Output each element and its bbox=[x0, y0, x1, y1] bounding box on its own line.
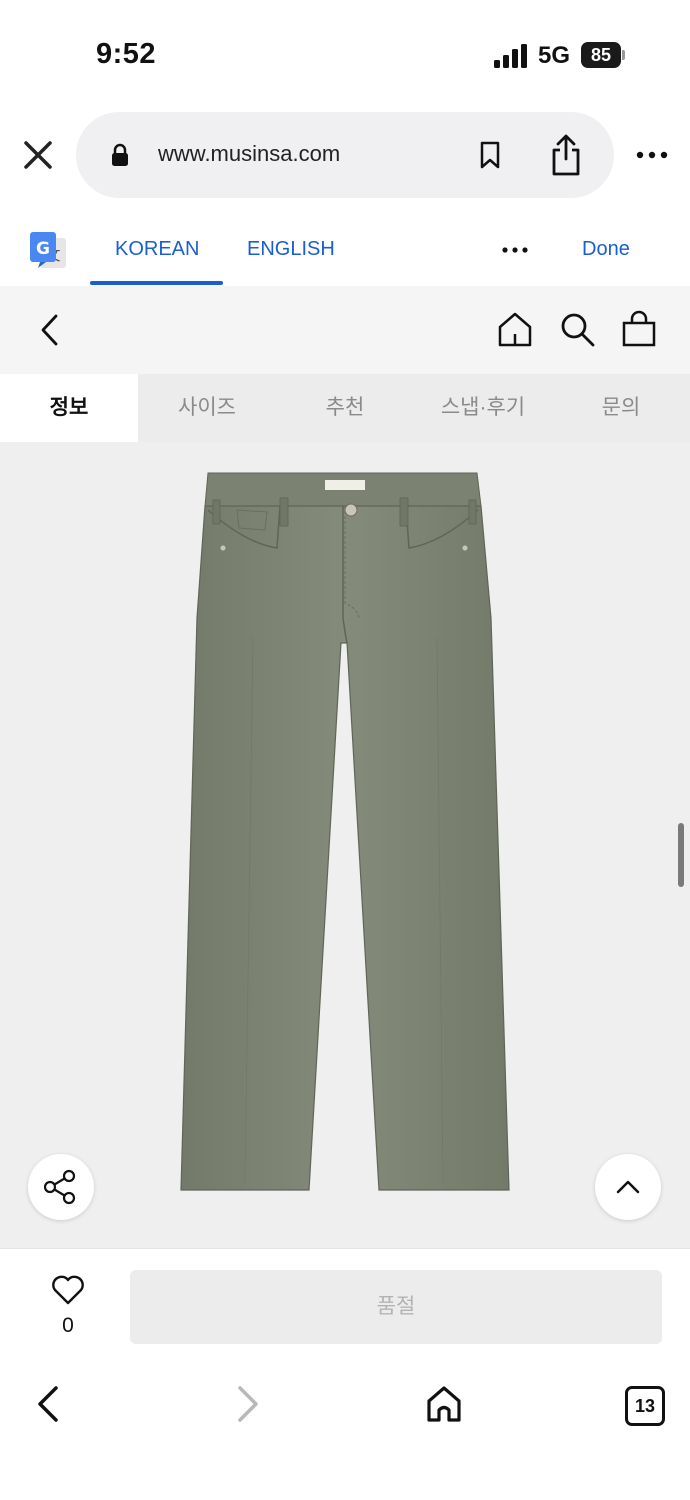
status-time: 9:52 bbox=[96, 38, 157, 70]
tab-size[interactable]: 사이즈 bbox=[138, 374, 276, 442]
cellular-signal-icon bbox=[494, 44, 527, 68]
tab-count-button[interactable]: 13 bbox=[625, 1386, 665, 1426]
scroll-to-top-button[interactable] bbox=[595, 1154, 661, 1220]
search-icon[interactable] bbox=[558, 310, 596, 348]
google-translate-icon: 文 G bbox=[30, 232, 66, 268]
product-tabs: 정보 사이즈 추천 스냅·후기 문의 bbox=[0, 374, 690, 442]
back-chevron-icon[interactable] bbox=[36, 312, 64, 348]
language-tab-korean[interactable]: KOREAN bbox=[115, 238, 199, 261]
share-button[interactable] bbox=[28, 1154, 94, 1220]
browser-back-icon[interactable] bbox=[34, 1384, 64, 1424]
language-tab-english[interactable]: ENGLISH bbox=[247, 238, 335, 261]
more-options-icon[interactable] bbox=[634, 140, 670, 170]
browser-home-icon[interactable] bbox=[424, 1384, 464, 1424]
svg-text:G: G bbox=[36, 239, 50, 259]
lock-icon bbox=[112, 143, 128, 166]
tab-inquiry[interactable]: 문의 bbox=[552, 374, 690, 442]
battery-icon: 85 bbox=[581, 42, 625, 68]
heart-icon[interactable] bbox=[50, 1274, 86, 1306]
home-icon[interactable] bbox=[496, 310, 534, 348]
bookmark-icon[interactable] bbox=[478, 140, 502, 170]
address-bar[interactable] bbox=[76, 112, 614, 198]
sold-out-button[interactable]: 품절 bbox=[130, 1270, 662, 1344]
translate-more-icon[interactable] bbox=[500, 238, 530, 262]
shopping-bag-icon[interactable] bbox=[620, 310, 658, 348]
close-icon[interactable] bbox=[18, 135, 58, 175]
chevron-up-icon bbox=[616, 1180, 640, 1194]
browser-forward-icon[interactable] bbox=[232, 1384, 262, 1424]
tab-info[interactable]: 정보 bbox=[0, 374, 138, 442]
tab-snap-review[interactable]: 스냅·후기 bbox=[414, 374, 552, 442]
product-image bbox=[180, 472, 510, 1191]
browser-toolbar bbox=[0, 1368, 690, 1500]
tab-recommend[interactable]: 추천 bbox=[276, 374, 414, 442]
share-icon[interactable] bbox=[549, 133, 583, 177]
active-language-indicator bbox=[90, 281, 223, 285]
share-nodes-icon bbox=[43, 1169, 76, 1205]
network-type: 5G bbox=[538, 42, 571, 69]
translate-done-button[interactable]: Done bbox=[582, 238, 630, 261]
page-scrollbar[interactable] bbox=[678, 823, 684, 887]
like-count: 0 bbox=[62, 1314, 74, 1337]
battery-level: 85 bbox=[581, 42, 621, 68]
url-text[interactable]: www.musinsa.com bbox=[158, 141, 340, 167]
